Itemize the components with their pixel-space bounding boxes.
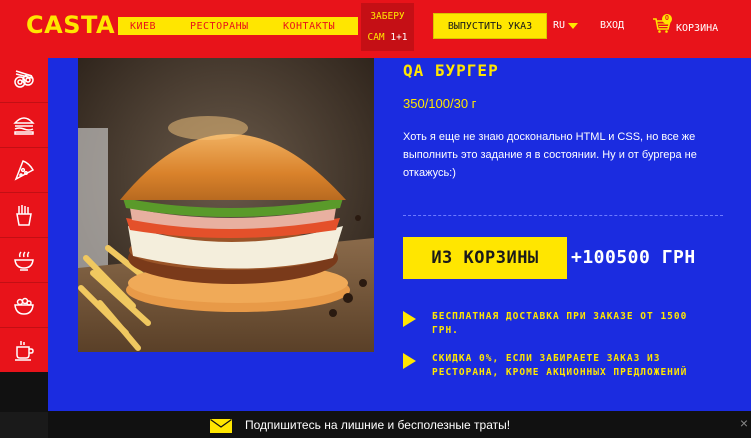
sushi-icon [14, 70, 34, 88]
envelope-icon [210, 419, 232, 433]
cart-label: КОРЗИНА [676, 22, 719, 34]
nav-item-kiev[interactable]: КИЕВ [130, 21, 156, 32]
sidebar-item-sushi[interactable] [0, 58, 48, 103]
sidebar-item-burgers[interactable] [0, 103, 48, 148]
product-price: +100500 ГРН [571, 247, 696, 268]
nav-item-contacts[interactable]: КОНТАКТЫ [283, 21, 335, 32]
benefit-text: БЕСПЛАТНАЯ ДОСТАВКА ПРИ ЗАКАЗЕ ОТ 1500 Г… [432, 311, 688, 336]
chevron-down-icon [568, 22, 579, 29]
sidebar-item-pizza[interactable] [0, 148, 48, 193]
salad-icon [14, 297, 34, 315]
product-description: Хоть я еще не знаю досконально HTML и CS… [403, 131, 697, 179]
close-icon[interactable]: × [740, 415, 748, 431]
subscribe-bar: Подпишитесь на лишние и бесполезные трат… [48, 411, 751, 438]
sidebar-item-salads[interactable] [0, 283, 48, 328]
divider [403, 215, 723, 216]
sidebar-footer [0, 372, 48, 412]
product-weight: 350/100/30 г [403, 96, 477, 111]
launch-decree-button[interactable]: ВЫПУСТИТЬ УКАЗ [433, 13, 547, 39]
cart-count-badge: 0 [662, 14, 672, 24]
cart-button[interactable]: 0 КОРЗИНА [652, 14, 718, 34]
product-image [78, 58, 374, 352]
bowl-icon [14, 251, 34, 271]
promo-line1: ЗАБЕРУ [370, 11, 405, 22]
sidebar-item-fries[interactable] [0, 193, 48, 238]
header: CASTA КИЕВ РЕСТОРАНЫ КОНТАКТЫ ЗАБЕРУ САМ… [0, 0, 751, 58]
language-select[interactable]: RU [553, 20, 579, 31]
promo-line2: САМ 1+1 [367, 32, 408, 43]
subscribe-text[interactable]: Подпишитесь на лишние и бесполезные трат… [245, 418, 510, 432]
remove-from-cart-button[interactable]: ИЗ КОРЗИНЫ [403, 237, 567, 279]
product-title: QA БУРГЕР [403, 61, 499, 80]
login-link[interactable]: ВХОД [600, 20, 624, 31]
pickup-promo[interactable]: ЗАБЕРУ САМ 1+1 [361, 3, 414, 51]
pizza-icon [14, 160, 35, 181]
benefit-item: БЕСПЛАТНАЯ ДОСТАВКА ПРИ ЗАКАЗЕ ОТ 1500 Г… [403, 310, 712, 338]
play-arrow-icon [403, 311, 416, 327]
logo[interactable]: CASTA [26, 11, 115, 39]
benefit-item: СКИДКА 0%, ЕСЛИ ЗАБИРАЕТЕ ЗАКАЗ ИЗ РЕСТО… [403, 352, 712, 380]
category-sidebar [0, 58, 48, 373]
main-nav: КИЕВ РЕСТОРАНЫ КОНТАКТЫ [118, 17, 358, 35]
sidebar-item-drinks[interactable] [0, 328, 48, 373]
play-arrow-icon [403, 353, 416, 369]
burger-icon [13, 117, 35, 135]
sidebar-item-hot-dishes[interactable] [0, 238, 48, 283]
fries-icon [16, 205, 32, 226]
nav-item-restaurants[interactable]: РЕСТОРАНЫ [190, 21, 249, 32]
product-panel: QA БУРГЕР 350/100/30 г Хоть я еще не зна… [48, 58, 751, 411]
drink-icon [15, 341, 34, 361]
benefit-text: СКИДКА 0%, ЕСЛИ ЗАБИРАЕТЕ ЗАКАЗ ИЗ РЕСТО… [432, 353, 688, 378]
language-label: RU [553, 20, 566, 31]
